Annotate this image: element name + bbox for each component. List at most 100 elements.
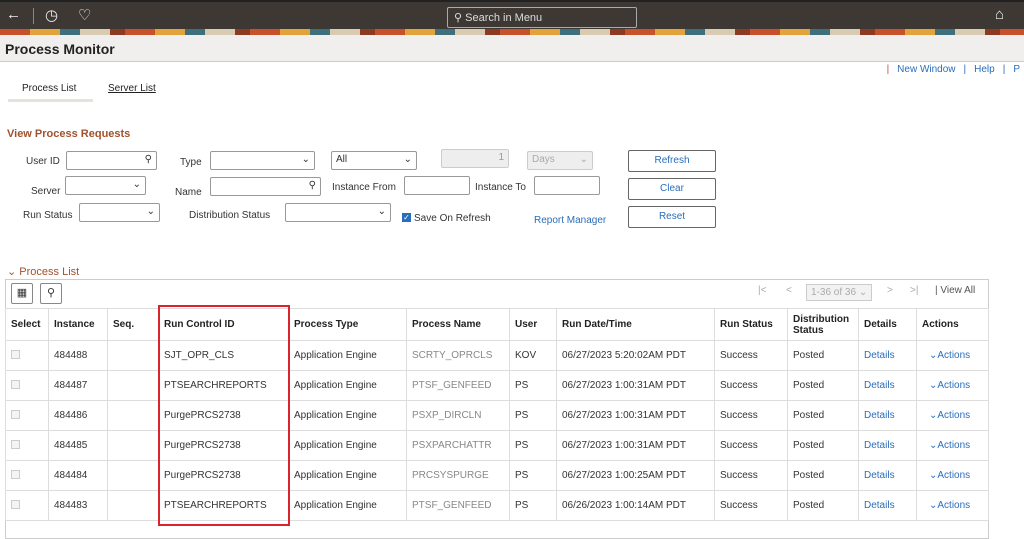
last-page-icon[interactable]: >| [910,285,918,296]
reset-button[interactable]: Reset [628,206,716,228]
select-checkbox[interactable] [11,439,20,449]
details-link-text[interactable]: Details [864,500,895,511]
details-link[interactable]: Details [858,400,917,431]
user-id-label: User ID [26,156,60,167]
column-header: Process Type [288,308,407,341]
actions-link[interactable]: ⌄Actions [916,430,989,461]
server-select[interactable]: ⌄ [65,176,146,195]
user-id-input[interactable]: ⚲ [66,151,157,170]
column-header: Run Date/Time [556,308,715,341]
instance-from-input[interactable] [404,176,470,195]
details-link-text[interactable]: Details [864,350,895,361]
select-checkbox[interactable] [11,349,20,359]
type-label: Type [180,157,202,168]
actions-link[interactable]: ⌄Actions [916,370,989,401]
select-cell [5,460,49,491]
pager-value: 1-36 of 36 [811,287,857,298]
seq [107,340,159,371]
days-select[interactable]: Days ⌄ [527,151,593,170]
details-link[interactable]: Details [858,370,917,401]
actions-link[interactable]: ⌄Actions [916,460,989,491]
lookup-icon[interactable]: ⚲ [145,154,152,165]
next-page-icon[interactable]: > [887,285,893,296]
search-menu-input[interactable]: ⚲ Search in Menu [447,7,637,28]
type-select[interactable]: ⌄ [210,151,315,170]
page-title: Process Monitor [5,41,115,57]
details-link-text[interactable]: Details [864,470,895,481]
run-status-select[interactable]: ⌄ [79,203,160,222]
personalize-link[interactable]: P [1013,64,1020,75]
actions-link-text[interactable]: Actions [937,380,970,391]
process-name: PSXPARCHATTR [406,430,510,461]
favorites-heart-icon[interactable]: ♡ [78,6,91,24]
previous-page-icon[interactable]: < [786,285,792,296]
select-checkbox[interactable] [11,379,20,389]
find-grid-button[interactable]: ⚲ [40,283,62,304]
instance: 484484 [48,460,108,491]
run-status-text: Success [720,470,758,481]
details-link[interactable]: Details [858,490,917,521]
instance-to-input[interactable] [534,176,600,195]
actions-link[interactable]: ⌄Actions [916,400,989,431]
new-window-link[interactable]: New Window [897,64,955,75]
seq [107,490,159,521]
distribution-status-select[interactable]: ⌄ [285,203,391,222]
back-arrow-icon[interactable]: ← [6,6,21,23]
name-input[interactable]: ⚲ [210,177,321,196]
report-manager-link[interactable]: Report Manager [534,215,606,226]
select-checkbox[interactable] [11,469,20,479]
distribution-status-text: Posted [793,410,825,421]
view-all-link[interactable]: View All [940,285,975,296]
column-header: Distribution Status [787,308,859,341]
help-link[interactable]: Help [974,64,995,75]
process-type: Application Engine [288,460,407,491]
table-row: 484484 PurgePRCS2738 Application Engine PRC… [5,460,989,491]
actions-link-text[interactable]: Actions [937,440,970,451]
instance: 484483 [48,490,108,521]
actions-link-text[interactable]: Actions [937,500,970,511]
pager-select[interactable]: 1-36 of 36 ⌄ [806,284,873,301]
select-checkbox[interactable] [11,409,20,419]
seq [107,370,159,401]
tab-process-list[interactable]: Process List [22,83,76,94]
lookup-icon[interactable]: ⚲ [309,180,316,191]
page-title-bar: Process Monitor [0,35,1024,62]
period-select[interactable]: All ⌄ [331,151,417,170]
actions-link-text[interactable]: Actions [937,350,970,361]
actions-link-text[interactable]: Actions [937,470,970,481]
chevron-down-icon: ⌄ [579,154,588,165]
first-page-icon[interactable]: |< [758,285,766,296]
details-link[interactable]: Details [858,460,917,491]
divider [33,8,34,24]
details-link-text[interactable]: Details [864,410,895,421]
select-checkbox[interactable] [11,499,20,509]
select-cell [5,340,49,371]
actions-link[interactable]: ⌄Actions [916,490,989,521]
history-clock-icon[interactable]: ◷ [45,6,58,24]
details-link[interactable]: Details [858,340,917,371]
process-name-text: PTSF_GENFEED [412,380,492,391]
run-date-time-text: 06/27/2023 1:00:25AM PDT [562,470,686,481]
process-name-text: SCRTY_OPRCLS [412,350,493,361]
clear-button[interactable]: Clear [628,178,716,200]
save-on-refresh-checkbox[interactable]: ✓ [402,213,411,222]
process-list-heading[interactable]: ⌄ Process List [7,265,79,278]
refresh-button[interactable]: Refresh [628,150,716,172]
actions-link[interactable]: ⌄Actions [916,340,989,371]
process-type: Application Engine [288,430,407,461]
personalize-grid-button[interactable]: ▦ [11,283,33,304]
actions-link-text[interactable]: Actions [937,410,970,421]
last-number-input[interactable]: 1 [441,149,509,168]
run-status-text: Success [720,500,758,511]
tab-server-list[interactable]: Server List [108,83,156,94]
active-tab-indicator [8,99,93,102]
home-icon[interactable]: ⌂ [995,6,1004,23]
process-type: Application Engine [288,370,407,401]
details-link[interactable]: Details [858,430,917,461]
details-link-text[interactable]: Details [864,380,895,391]
run-date-time: 06/27/2023 1:00:31AM PDT [556,430,715,461]
details-link-text[interactable]: Details [864,440,895,451]
table-header-row: Select Instance Seq. Run Control ID Process … [5,308,989,341]
instance: 484488 [48,340,108,371]
process-type-text: Application Engine [294,500,377,511]
